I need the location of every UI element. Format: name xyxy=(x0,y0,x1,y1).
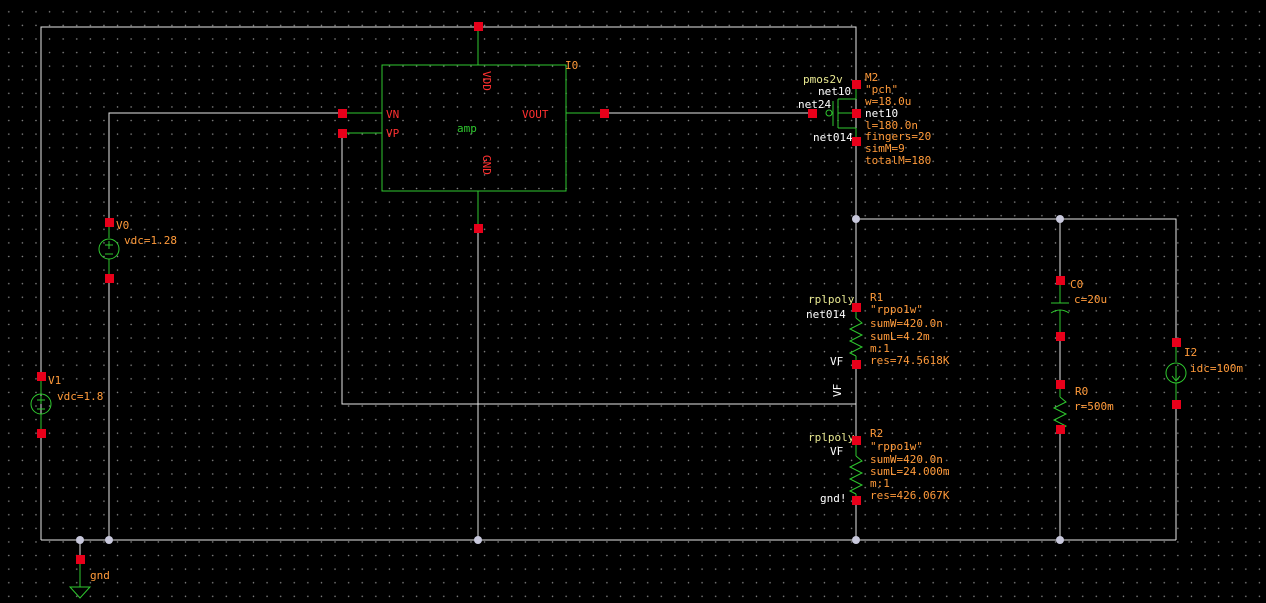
v0-instance-label: V0 xyxy=(116,219,129,232)
amp-pin-vout: VOUT xyxy=(522,108,549,121)
c0-instance-label: C0 xyxy=(1070,278,1083,291)
pin-markers xyxy=(37,22,1181,564)
amp-pin-gnd: GND xyxy=(480,155,493,175)
v1-value: vdc=1.8 xyxy=(57,390,103,403)
r0-value: r=500m xyxy=(1074,400,1114,413)
resistor-r0-symbol[interactable]: R0 r=500m xyxy=(1052,385,1114,431)
r2-model: "rppo1w" xyxy=(870,440,923,453)
r1-sumw: sumW=420.0n xyxy=(870,317,943,330)
voltage-source-v1-symbol[interactable]: V1 vdc=1.8 xyxy=(30,374,103,433)
r1-res: res=74.5618K xyxy=(870,354,950,367)
amp-cell-label: amp xyxy=(457,122,477,135)
current-source-i2-symbol[interactable]: I2 idc=100m xyxy=(1165,342,1243,405)
r1-model: "rppo1w" xyxy=(870,303,923,316)
r2-pin-top: VF xyxy=(830,445,843,458)
amp-pin-vn: VN xyxy=(386,108,399,121)
i2-value: idc=100m xyxy=(1190,362,1243,375)
capacitor-c0-symbol[interactable]: C0 c=20u xyxy=(1050,278,1107,337)
pmos-m2-symbol[interactable]: pmos2v M2 "pch" w=18.0u l=180.0n fingers… xyxy=(798,71,931,167)
r2-pin-bot: gnd! xyxy=(820,492,847,505)
i2-instance-label: I2 xyxy=(1184,346,1197,359)
gnd-label: gnd xyxy=(90,569,110,582)
r1-cell-label: rplpoly xyxy=(808,293,855,306)
m2-totalm: totalM=180 xyxy=(865,154,931,167)
voltage-source-v0-symbol[interactable]: V0 vdc=1.28 xyxy=(98,219,177,278)
r1-pin-bot: VF xyxy=(830,355,843,368)
amp-pin-vp: VP xyxy=(386,127,400,140)
r0-instance-label: R0 xyxy=(1075,385,1088,398)
ground-symbol[interactable]: gnd xyxy=(68,560,110,599)
schematic-drawing[interactable]: amp I0 VN VP VOUT VDD GND pmos2v M2 "pch… xyxy=(0,0,1266,603)
amp-pin-vdd: VDD xyxy=(480,71,493,91)
m2-pin-source: net10 xyxy=(818,85,851,98)
c0-value: c=20u xyxy=(1074,293,1107,306)
resistor-r1-symbol[interactable]: rplpoly R1 "rppo1w" sumW=420.0n sumL=4.2… xyxy=(806,291,950,368)
m2-pin-drain: net014 xyxy=(813,131,853,144)
r1-pin-top: net014 xyxy=(806,308,846,321)
amp-instance-label: I0 xyxy=(565,59,578,72)
amp-symbol[interactable]: amp I0 VN VP VOUT VDD GND xyxy=(342,27,604,228)
v1-instance-label: V1 xyxy=(48,374,61,387)
resistor-r2-symbol[interactable]: rplpoly R2 "rppo1w" sumW=420.0n sumL=24.… xyxy=(808,427,950,505)
schematic-canvas[interactable]: amp I0 VN VP VOUT VDD GND pmos2v M2 "pch… xyxy=(0,0,1266,603)
r2-instance-label: R2 xyxy=(870,427,883,440)
r2-res: res=426.067K xyxy=(870,489,950,502)
r2-cell-label: rplpoly xyxy=(808,431,855,444)
net-label-vf: VF xyxy=(831,384,844,397)
v0-value: vdc=1.28 xyxy=(124,234,177,247)
m2-pin-bulk: net10 xyxy=(865,107,898,120)
